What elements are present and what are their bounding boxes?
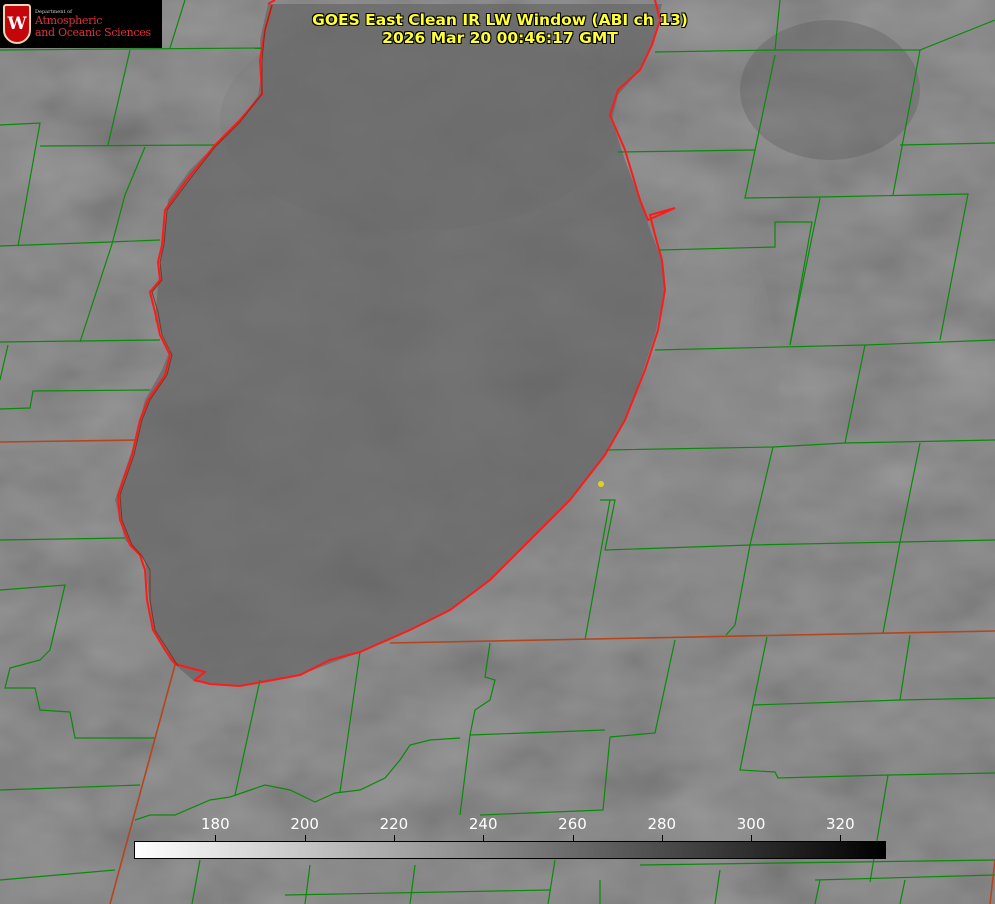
colorbar-tick-label: 300 bbox=[736, 815, 766, 833]
colorbar-tick-mark bbox=[215, 835, 217, 841]
logo-line-2: and Oceanic Sciences bbox=[35, 25, 151, 39]
colorbar-tick-label: 180 bbox=[201, 815, 230, 833]
colorbar-tick-mark bbox=[393, 835, 395, 841]
logo-line-1: Atmospheric bbox=[35, 14, 103, 28]
uw-shield-icon: W bbox=[3, 4, 31, 44]
logo-shield-letter: W bbox=[7, 14, 27, 34]
colorbar-tick-mark bbox=[483, 835, 485, 841]
colorbar-tick-mark bbox=[840, 835, 842, 841]
image-title: GOES East Clean IR LW Window (ABI ch 13)… bbox=[240, 11, 760, 47]
colorbar-tick-label: 260 bbox=[558, 815, 587, 833]
logo: W Department of Atmospheric and Oceanic … bbox=[0, 0, 162, 48]
title-line-1: GOES East Clean IR LW Window (ABI ch 13) bbox=[312, 11, 688, 29]
cold-cloud-patch bbox=[740, 20, 920, 160]
colorbar-tick-mark bbox=[304, 835, 306, 841]
colorbar-tick-label: 320 bbox=[826, 815, 855, 833]
colorbar-tick-mark bbox=[751, 835, 753, 841]
colorbar-tick-label: 200 bbox=[290, 815, 319, 833]
title-timestamp: 2026 Mar 20 00:46:17 GMT bbox=[382, 29, 618, 47]
colorbar bbox=[134, 841, 886, 859]
colorbar-tick-label: 280 bbox=[647, 815, 677, 833]
colorbar-tick-label: 220 bbox=[379, 815, 409, 833]
cold-cloud-band bbox=[660, 220, 780, 620]
satellite-image bbox=[0, 0, 995, 904]
colorbar-tick-mark bbox=[661, 835, 663, 841]
colorbar-tick-mark bbox=[572, 835, 574, 841]
colorbar-tick-label: 240 bbox=[468, 815, 498, 833]
observation-marker bbox=[598, 481, 604, 487]
logo-text: Department of Atmospheric and Oceanic Sc… bbox=[35, 9, 151, 39]
